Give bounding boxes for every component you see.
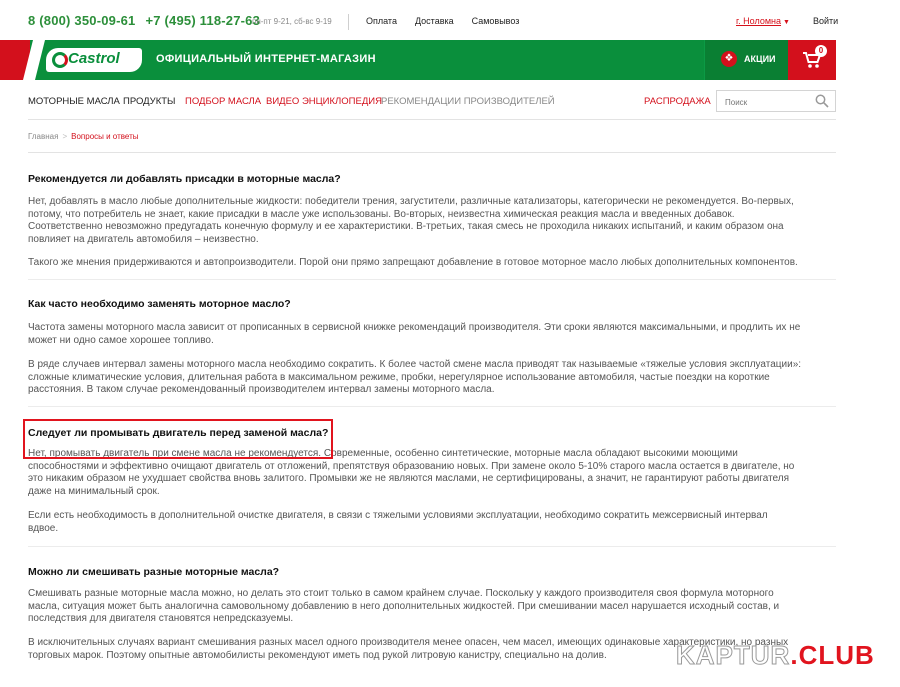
breadcrumb-home[interactable]: Главная <box>28 132 58 141</box>
cart-button[interactable]: 0 <box>788 40 836 80</box>
breadcrumb-divider <box>28 152 836 153</box>
answer-line: вдвое. <box>28 522 59 534</box>
faq-divider <box>28 279 836 280</box>
search-icon[interactable] <box>815 94 829 108</box>
search-box <box>716 90 836 112</box>
city-selector[interactable]: г. Ноломна ▼ <box>736 16 790 26</box>
watermark-dot: . <box>790 640 799 670</box>
top-links: Оплата Доставка Самовывоз <box>366 16 537 26</box>
nav-video-encyclopedia[interactable]: ВИДЕО ЭНЦИКЛОПЕДИЯ <box>266 96 382 107</box>
faq-question: Можно ли смешивать разные моторные масла… <box>28 566 280 578</box>
breadcrumb-current[interactable]: Вопросы и ответы <box>71 132 138 141</box>
answer-line: Нет, добавлять в масло любые дополнитель… <box>28 196 794 207</box>
answer-line: Соответственно невозможно предугадать ко… <box>28 221 784 232</box>
cart-count-badge: 0 <box>815 45 827 57</box>
watermark-part-2: CLUB <box>798 640 875 670</box>
top-bar: 8 (800) 350-09-61 +7 (495) 118-27-63 пн-п… <box>28 10 838 34</box>
castrol-logo[interactable]: Castrol <box>46 48 142 72</box>
store-title: ОФИЦИАЛЬНЫЙ ИНТЕРНЕТ-МАГАЗИН <box>156 53 376 65</box>
answer-line: это никаким образом не ухудшает свойства… <box>28 473 790 484</box>
faq-divider <box>28 406 836 407</box>
login-link[interactable]: Войти <box>813 16 838 26</box>
watermark-part-1: KAPTUR <box>675 640 791 671</box>
nav-motor-oils[interactable]: МОТОРНЫЕ МАСЛА <box>28 96 120 107</box>
answer-line: сложные климатические условия, длительна… <box>28 371 770 383</box>
phone-2[interactable]: +7 (495) 118-27-63 <box>145 13 260 28</box>
link-pickup[interactable]: Самовывоз <box>472 16 520 26</box>
nav-manufacturer-recommendations[interactable]: РЕКОМЕНДАЦИИ ПРОИЗВОДИТЕЛЕЙ <box>381 96 555 107</box>
search-input[interactable] <box>723 94 813 110</box>
highlight-annotation-box <box>23 419 333 459</box>
faq-answer: В ряде случаев интервал замены моторного… <box>28 359 836 397</box>
gift-icon: ❖ <box>721 51 737 67</box>
nav-oil-selection[interactable]: ПОДБОР МАСЛА <box>185 96 261 107</box>
nav-divider <box>28 119 836 120</box>
phone-numbers: 8 (800) 350-09-61 +7 (495) 118-27-63 <box>28 13 260 28</box>
nav-products[interactable]: ПРОДУКТЫ <box>123 96 175 107</box>
answer-line: Такого же мнения придерживаются и автопр… <box>28 257 798 268</box>
promo-button[interactable]: ❖ АКЦИИ <box>704 40 789 80</box>
answer-line: Частота замены моторного масла зависит о… <box>28 322 801 333</box>
logo-text: Castrol <box>68 50 120 67</box>
city-label: г. Ноломна <box>736 16 782 26</box>
answer-line: способностями и эффективно очищают двига… <box>28 460 795 472</box>
link-delivery[interactable]: Доставка <box>415 16 454 26</box>
link-payment[interactable]: Оплата <box>366 16 397 26</box>
answer-line: В ряде случаев интервал замены моторного… <box>28 359 802 370</box>
castrol-swoosh-icon <box>52 52 68 68</box>
answer-line: расстояния. В таком случае рекомендованн… <box>28 384 495 395</box>
answer-line: Если есть необходимость в дополнительной… <box>28 510 768 521</box>
faq-answer: Если есть необходимость в дополнительной… <box>28 510 836 535</box>
answer-line: потому, что потребитель не знает, какие … <box>28 208 735 220</box>
faq-divider <box>28 546 836 547</box>
breadcrumb-separator: > <box>62 132 68 141</box>
promo-label: АКЦИИ <box>744 54 776 64</box>
nav-sale[interactable]: РАСПРОДАЖА <box>644 96 711 107</box>
answer-line: последствия для двигателя становятся неп… <box>28 613 294 624</box>
faq-question: Рекомендуется ли добавлять присадки в мо… <box>28 173 341 185</box>
work-hours: пн-пт 9-21, сб-вс 9-19 <box>252 17 332 26</box>
answer-line: Смешивать разные моторные масла можно, н… <box>28 588 774 599</box>
faq-answer: Частота замены моторного масла зависит о… <box>28 322 836 347</box>
answer-line: даже на минимальный срок. <box>28 485 160 497</box>
phone-1[interactable]: 8 (800) 350-09-61 <box>28 13 135 28</box>
main-nav: МОТОРНЫЕ МАСЛА ПРОДУКТЫ ПОДБОР МАСЛА ВИД… <box>28 90 836 114</box>
faq-question: Как часто необходимо заменять моторное м… <box>28 298 291 310</box>
faq-answer: Такого же мнения придерживаются и автопр… <box>28 257 836 270</box>
answer-line: может ни одно самое хорошее топливо. <box>28 334 214 346</box>
caret-down-icon: ▼ <box>783 19 790 26</box>
answer-line: повлияет на двигатель автомобиля – неизв… <box>28 233 259 245</box>
breadcrumb: Главная > Вопросы и ответы <box>28 132 139 141</box>
site-watermark: KAPTUR.CLUB <box>675 640 875 671</box>
answer-line: масла, ситуация может быть аналогична са… <box>28 600 780 612</box>
faq-answer: Нет, добавлять в масло любые дополнитель… <box>28 196 836 246</box>
faq-answer: Смешивать разные моторные масла можно, н… <box>28 588 836 626</box>
divider <box>348 14 349 30</box>
